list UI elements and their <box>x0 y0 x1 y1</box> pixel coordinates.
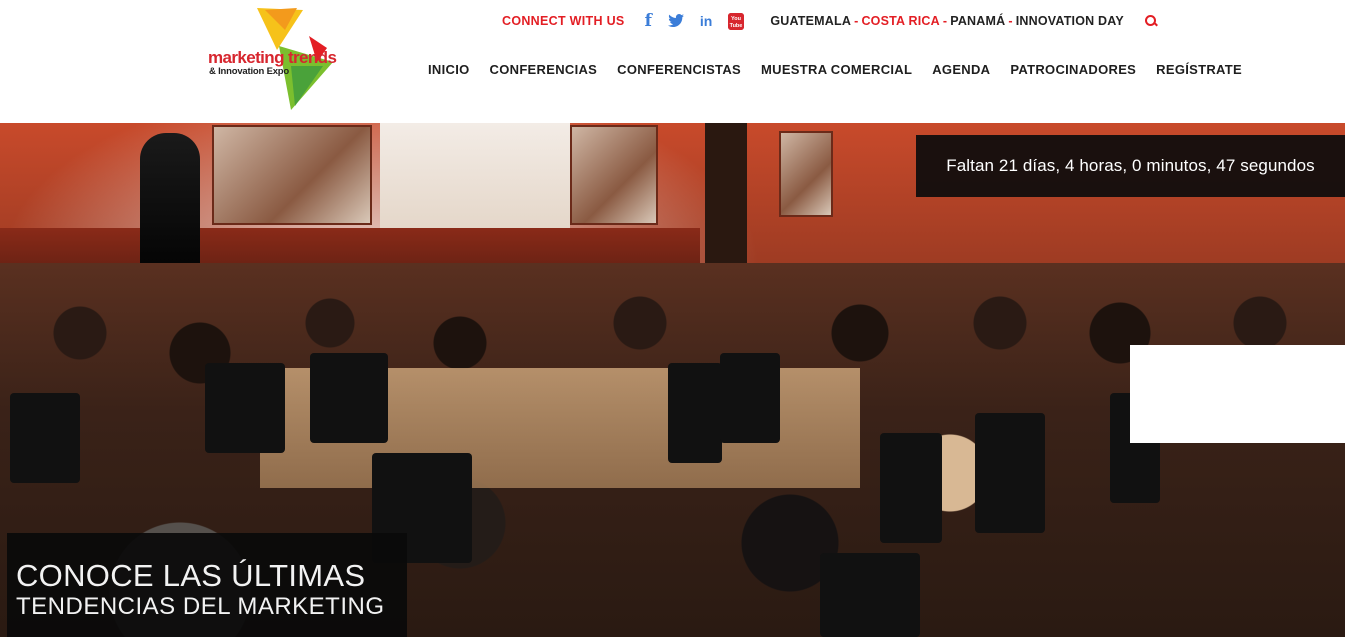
linkedin-icon[interactable]: in <box>700 13 712 29</box>
site-logo[interactable]: marketing trends & Innovation Expo <box>205 6 375 114</box>
country-guatemala[interactable]: GUATEMALA <box>770 14 851 28</box>
nav-conferencias[interactable]: CONFERENCIAS <box>490 62 598 77</box>
nav-inicio[interactable]: INICIO <box>428 62 470 77</box>
hero-tagline: CONOCE LAS ÚLTIMAS TENDENCIAS DEL MARKET… <box>7 533 407 637</box>
logo-title: marketing trends <box>208 48 337 67</box>
top-bar: CONNECT WITH US f in You Tube GUATEMALA - C… <box>502 10 1158 32</box>
nav-agenda[interactable]: AGENDA <box>932 62 990 77</box>
site-header: marketing trends & Innovation Expo CONNE… <box>0 0 1345 123</box>
nav-conferencistas[interactable]: CONFERENCISTAS <box>617 62 741 77</box>
tagline-line2: TENDENCIAS DEL MARKETING <box>16 593 385 620</box>
chair <box>720 353 780 443</box>
nav-muestra-comercial[interactable]: MUESTRA COMERCIAL <box>761 62 912 77</box>
country-panama[interactable]: PANAMÁ <box>950 14 1005 28</box>
chair <box>205 363 285 453</box>
svg-text:You: You <box>731 16 741 22</box>
twitter-icon[interactable] <box>667 14 684 28</box>
svg-text:Tube: Tube <box>730 23 743 29</box>
chair <box>975 413 1045 533</box>
social-links: f in You Tube <box>645 11 745 31</box>
stage-backdrop <box>380 123 570 233</box>
stage-panel <box>705 123 747 273</box>
stage-screen-far <box>779 131 833 217</box>
country-costa-rica[interactable]: COSTA RICA <box>861 14 939 28</box>
chair <box>820 553 920 637</box>
logo-subtitle: & Innovation Expo <box>209 66 289 77</box>
youtube-icon[interactable]: You Tube <box>728 12 745 30</box>
countdown-text: Faltan 21 días, 4 horas, 0 minutos, 47 s… <box>946 156 1315 175</box>
chair <box>668 363 722 463</box>
chair <box>880 433 942 543</box>
chair <box>310 353 388 443</box>
search-icon[interactable] <box>1144 14 1158 28</box>
hero-banner: Faltan 21 días, 4 horas, 0 minutos, 47 s… <box>0 123 1345 637</box>
sponsor-sign <box>1130 345 1345 443</box>
chair <box>10 393 80 483</box>
country-links: GUATEMALA - COSTA RICA - PANAMÁ - INNOVATION D… <box>770 14 1124 28</box>
stage-screen-left <box>212 125 372 225</box>
connect-label: CONNECT WITH US <box>502 14 625 28</box>
tagline-line1: CONOCE LAS ÚLTIMAS <box>16 558 366 593</box>
event-countdown: Faltan 21 días, 4 horas, 0 minutos, 47 s… <box>916 135 1345 197</box>
facebook-icon[interactable]: f <box>645 11 652 31</box>
main-nav: INICIO CONFERENCIAS CONFERENCISTAS MUEST… <box>428 62 1262 77</box>
country-innovation-day[interactable]: INNOVATION DAY <box>1016 14 1124 28</box>
nav-registrate[interactable]: REGÍSTRATE <box>1156 62 1242 77</box>
stage-screen-right <box>570 125 658 225</box>
nav-patrocinadores[interactable]: PATROCINADORES <box>1010 62 1136 77</box>
